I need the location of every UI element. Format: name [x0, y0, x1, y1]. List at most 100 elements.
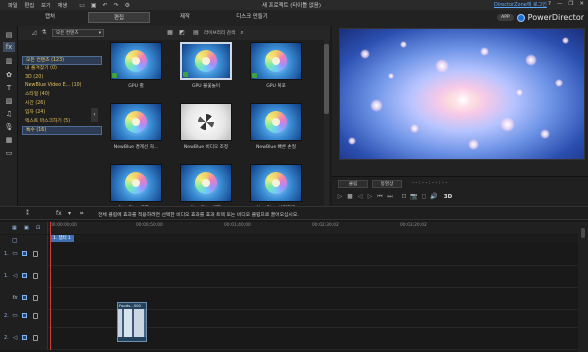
previous-frame-icon[interactable]: ◁: [356, 193, 364, 201]
menu-edit[interactable]: 편집: [25, 2, 35, 9]
effect-item[interactable]: NewBlue 경계선 처...: [108, 103, 164, 150]
track-number: 2.: [4, 335, 9, 341]
scrollbar-thumb[interactable]: [324, 44, 329, 114]
track-enable-checkbox[interactable]: [22, 295, 27, 300]
lock-icon[interactable]: [33, 273, 38, 279]
import-icon[interactable]: ◿: [30, 29, 38, 37]
category-item[interactable]: 텍스트 마스크하기 (5): [22, 118, 102, 127]
voice-over-icon[interactable]: 🎙: [3, 122, 15, 132]
audio-track-icon: ◁: [12, 335, 18, 341]
effect-item[interactable]: GPU 폭포: [248, 42, 304, 89]
menu-view[interactable]: 보기: [41, 2, 51, 9]
media-room-icon[interactable]: ▤: [3, 30, 15, 40]
lock-icon[interactable]: [33, 313, 38, 319]
directorzone-login-link[interactable]: DirectorZone에 로그인: [494, 1, 547, 8]
effect-item[interactable]: NewBlue 색조: [178, 164, 234, 211]
display-icon[interactable]: ◻: [420, 193, 428, 201]
pip-room-icon[interactable]: ▥: [3, 56, 15, 66]
menu-file[interactable]: 파일: [8, 2, 18, 9]
chapter-marker[interactable]: 1. 챕터 1: [50, 235, 74, 242]
effect-item[interactable]: NewBlue 선명하게: [248, 164, 304, 211]
effect-thumbnail: [110, 42, 162, 80]
category-item[interactable]: NewBlue Video E... (10): [22, 82, 102, 91]
lock-icon[interactable]: [33, 251, 38, 257]
category-item[interactable]: 3D (20): [22, 74, 102, 83]
effect-item[interactable]: GPU 불꽃놀이: [178, 42, 234, 89]
close-button[interactable]: ✕: [579, 1, 584, 7]
snapshot-icon[interactable]: 📷: [410, 193, 418, 201]
trim-icon[interactable]: ⌗: [80, 210, 83, 218]
clip-mode-button[interactable]: 클립: [338, 180, 368, 188]
stop-icon[interactable]: ■: [346, 193, 354, 201]
chapter-room-icon[interactable]: ▦: [3, 135, 15, 145]
timeline-ruler[interactable]: 00:00:00;00 00:00;50;00 00:01;40;00 00:0…: [48, 222, 578, 234]
app-badge[interactable]: APP: [497, 14, 514, 21]
track-enable-checkbox[interactable]: [22, 313, 27, 318]
3d-mode-button[interactable]: 3D: [442, 193, 454, 201]
clip-label: Foods...000: [119, 303, 141, 308]
effect-item[interactable]: NewBlue 비디오 조정: [178, 103, 234, 150]
timeline-clip[interactable]: Foods...000: [117, 302, 147, 342]
particle-room-icon[interactable]: ✿: [3, 70, 15, 80]
dropdown-icon[interactable]: ▾: [68, 210, 71, 217]
audio-mixing-icon[interactable]: ♫: [3, 109, 15, 119]
movie-mode-button[interactable]: 동영상: [372, 180, 402, 188]
preview-window[interactable]: [339, 28, 585, 160]
settings-icon[interactable]: ⚙: [125, 2, 130, 9]
track-enable-checkbox[interactable]: [22, 335, 27, 340]
fit-icon[interactable]: ⊡: [400, 193, 408, 201]
tab-capture[interactable]: 캡처: [30, 12, 70, 23]
lock-icon[interactable]: [33, 295, 38, 301]
effect-item[interactable]: NewBlue 색조...: [108, 164, 164, 211]
timeline-settings-icon[interactable]: ⁑: [26, 210, 29, 217]
playhead[interactable]: [50, 222, 51, 350]
tab-create-disc[interactable]: 디스크 만들기: [222, 12, 282, 23]
category-item[interactable]: 모든 컨텐츠 (123): [22, 56, 102, 65]
category-item[interactable]: 내 즐겨찾기 (0): [22, 65, 102, 74]
category-item[interactable]: 입자 (24): [22, 109, 102, 118]
category-item[interactable]: 스타일 (40): [22, 91, 102, 100]
fx-keyframe-icon[interactable]: fx: [56, 210, 62, 217]
scrollbar-thumb[interactable]: [581, 228, 585, 238]
save-icon[interactable]: ▣: [91, 2, 97, 9]
transition-room-icon[interactable]: ▧: [3, 96, 15, 106]
grid-view-icon[interactable]: ▦: [166, 29, 174, 37]
title-room-icon[interactable]: T: [3, 83, 15, 93]
collapse-categories-icon[interactable]: ‹: [91, 108, 98, 122]
sort-icon[interactable]: ◩: [178, 29, 186, 37]
skip-back-icon[interactable]: ⏮: [376, 193, 384, 201]
fx-room-icon[interactable]: fx: [3, 42, 15, 52]
folder-icon[interactable]: ▭: [79, 2, 85, 9]
library-filter-dropdown[interactable]: 모든 컨텐츠 ▾: [52, 29, 104, 37]
menu-playback[interactable]: 재생: [58, 2, 68, 9]
library-scrollbar[interactable]: [324, 40, 329, 206]
help-button[interactable]: ?: [548, 1, 551, 7]
library-search-label[interactable]: 라이브러리 검색: [204, 30, 235, 36]
snap-icon[interactable]: ▣: [24, 225, 29, 231]
effect-item[interactable]: GPU 별: [108, 42, 164, 89]
next-frame-icon[interactable]: ▷: [366, 193, 374, 201]
category-item[interactable]: 시간 (26): [22, 100, 102, 109]
track-manager-icon[interactable]: ▦: [12, 225, 17, 231]
track-enable-checkbox[interactable]: [22, 273, 27, 278]
category-item[interactable]: 특수 (16): [22, 126, 102, 136]
subtitle-room-icon[interactable]: ▭: [3, 148, 15, 158]
tab-produce[interactable]: 제작: [160, 12, 210, 23]
skip-forward-icon[interactable]: ⏭: [386, 193, 394, 201]
minimize-button[interactable]: —: [557, 1, 563, 7]
track-enable-checkbox[interactable]: [22, 251, 27, 256]
search-icon[interactable]: ⌕: [238, 29, 246, 37]
maximize-button[interactable]: ❐: [568, 1, 573, 7]
tab-edit[interactable]: 편집: [88, 12, 150, 23]
timeline-scrollbar[interactable]: [578, 222, 588, 352]
sparkle: [435, 59, 449, 73]
filter-icon[interactable]: ▤: [192, 29, 200, 37]
effect-item[interactable]: NewBlue 빠른 손질: [248, 103, 304, 150]
lock-all-icon[interactable]: ⊡: [36, 225, 40, 231]
volume-icon[interactable]: 🔊: [430, 193, 438, 201]
play-icon[interactable]: ▷: [336, 193, 344, 201]
undo-icon[interactable]: ↶: [103, 2, 108, 9]
plugin-icon[interactable]: ⚗: [40, 29, 48, 37]
lock-icon[interactable]: [33, 335, 38, 341]
redo-icon[interactable]: ↷: [114, 2, 119, 9]
